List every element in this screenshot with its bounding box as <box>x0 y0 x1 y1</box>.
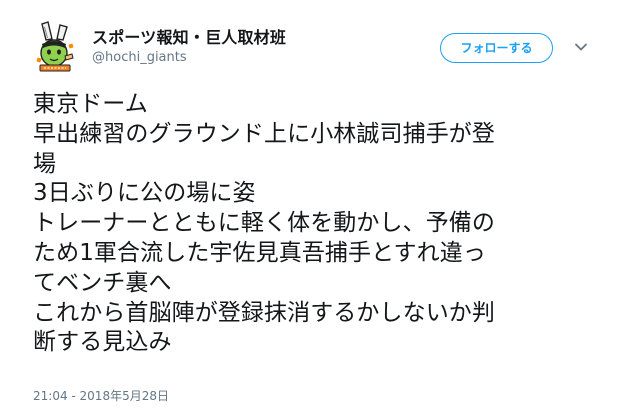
follow-button[interactable]: フォローする <box>440 33 553 63</box>
tweet-text-line: 断する見込み <box>33 329 172 356</box>
tweet-text-line: ため1軍合流した宇佐見真吾捕手とすれ違っ <box>33 239 486 266</box>
author-handle[interactable]: @hochi_giants <box>92 50 187 65</box>
tweet-text-line: 3日ぶりに公の場に姿 <box>33 180 256 207</box>
tweet-text-line: これから首脳陣が登録抹消するかしないか判 <box>33 299 495 326</box>
tweet-text-line: 東京ドーム <box>33 91 148 117</box>
tweet-text-line: 早出練習のグラウンド上に小林誠司捕手が登 <box>33 120 495 147</box>
tweet-text: 東京ドーム 早出練習のグラウンド上に小林誠司捕手が登 場 3日ぶりに公の場に姿 … <box>33 90 593 358</box>
tweet-text-line: てベンチ裏へ <box>33 269 172 296</box>
tweet-text-line: トレーナーとともに軽く体を動かし、予備の <box>33 210 495 237</box>
author-display-name[interactable]: スポーツ報知・巨人取材班 <box>92 24 286 48</box>
chevron-down-icon[interactable] <box>573 39 589 55</box>
giants-mascot-avatar-icon <box>36 21 74 72</box>
tweet-text-line: 場 <box>33 150 57 177</box>
avatar[interactable] <box>34 20 76 72</box>
tweet-card: スポーツ報知・巨人取材班 @hochi_giants フォローする 東京ドーム … <box>0 0 621 415</box>
tweet-timestamp[interactable]: 21:04 - 2018年5月28日 <box>33 387 169 404</box>
